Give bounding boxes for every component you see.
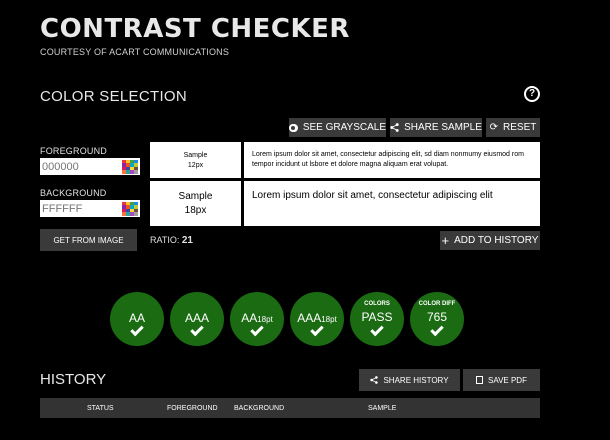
save-pdf-label: SAVE PDF bbox=[488, 375, 527, 385]
check-icon bbox=[370, 322, 384, 337]
see-grayscale-label: SEE GRAYSCALE bbox=[302, 122, 386, 133]
badge-main: PASS bbox=[361, 310, 393, 324]
result-badge: AA18pt bbox=[230, 292, 284, 346]
column-background: BACKGROUND bbox=[234, 405, 285, 412]
get-from-image-button[interactable]: GET FROM IMAGE bbox=[40, 229, 137, 251]
share-icon bbox=[370, 376, 379, 384]
background-label: BACKGROUND bbox=[40, 188, 107, 198]
result-badge: AAA bbox=[170, 292, 224, 346]
add-to-history-label: ADD TO HISTORY bbox=[454, 235, 539, 246]
sample-18px-label: Sample bbox=[178, 191, 213, 202]
sample-18px-text: Lorem ipsum dolor sit amet, consectetur … bbox=[244, 181, 540, 226]
badge-caption: COLORS bbox=[364, 301, 390, 307]
ratio-readout: RATIO: 21 bbox=[150, 235, 193, 246]
result-badge: COLORS PASS bbox=[350, 292, 404, 346]
badge-label: 765 bbox=[410, 310, 464, 324]
result-badge: COLOR DIFF 765 bbox=[410, 292, 464, 346]
reset-label: RESET bbox=[503, 122, 537, 133]
badge-suffix: 18pt bbox=[321, 315, 337, 324]
page-subtitle: COURTESY OF ACART COMMUNICATIONS bbox=[40, 47, 230, 57]
share-sample-label: SHARE SAMPLE bbox=[404, 122, 482, 133]
sample-12px-text: Lorem ipsum dolor sit amet, consectetur … bbox=[244, 142, 540, 178]
question-circle-icon[interactable]: ? bbox=[524, 86, 540, 102]
foreground-label: FOREGROUND bbox=[40, 146, 107, 156]
sample-12px-size: 12px bbox=[187, 162, 204, 169]
refresh-icon: ⟳ bbox=[489, 121, 499, 133]
color-palette-icon[interactable] bbox=[122, 201, 138, 216]
page-title: CONTRAST CHECKER bbox=[40, 14, 350, 44]
add-to-history-button[interactable]: + ADD TO HISTORY bbox=[440, 231, 540, 250]
history-title: HISTORY bbox=[40, 371, 107, 388]
ratio-value: 21 bbox=[181, 235, 193, 246]
color-selection-title: COLOR SELECTION bbox=[40, 88, 188, 105]
pdf-icon bbox=[476, 376, 483, 384]
result-badge: AAA18pt bbox=[290, 292, 344, 346]
history-table-header: STATUS FOREGROUND BACKGROUND SAMPLE bbox=[40, 398, 540, 418]
share-icon bbox=[390, 123, 399, 132]
check-icon bbox=[430, 322, 444, 337]
toggle-icon bbox=[289, 123, 298, 132]
color-palette-icon[interactable] bbox=[122, 159, 138, 174]
sample-12px-label: Sample bbox=[183, 152, 208, 159]
save-pdf-button[interactable]: SAVE PDF bbox=[463, 369, 540, 391]
background-field-wrapper bbox=[40, 200, 140, 217]
reset-button[interactable]: ⟳ RESET bbox=[486, 118, 540, 137]
column-foreground: FOREGROUND bbox=[167, 405, 218, 412]
foreground-field-wrapper bbox=[40, 158, 140, 175]
background-input[interactable] bbox=[40, 201, 122, 216]
share-history-label: SHARE HISTORY bbox=[383, 375, 449, 385]
column-sample: SAMPLE bbox=[368, 405, 397, 412]
foreground-input[interactable] bbox=[40, 159, 122, 174]
share-history-button[interactable]: SHARE HISTORY bbox=[359, 369, 460, 391]
sample-18px-label-box: Sample 18px bbox=[150, 181, 241, 226]
plus-icon: + bbox=[441, 233, 450, 248]
see-grayscale-button[interactable]: SEE GRAYSCALE bbox=[289, 118, 386, 137]
ratio-label: RATIO: bbox=[150, 235, 180, 245]
result-badge: AA bbox=[110, 292, 164, 346]
sample-18px-size: 18px bbox=[184, 205, 207, 216]
column-status: STATUS bbox=[87, 405, 114, 412]
badge-main: 765 bbox=[426, 310, 448, 324]
share-sample-button[interactable]: SHARE SAMPLE bbox=[390, 118, 482, 137]
sample-12px-label-box: Sample 12px bbox=[150, 142, 241, 178]
badge-main: AA bbox=[241, 311, 258, 325]
badge-caption: COLOR DIFF bbox=[418, 301, 456, 307]
badge-label: PASS bbox=[350, 310, 404, 324]
